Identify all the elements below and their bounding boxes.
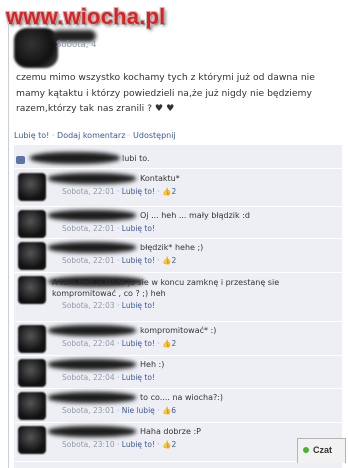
likes-text: lubi to. bbox=[122, 154, 150, 163]
commenter-avatar[interactable] bbox=[18, 276, 46, 304]
thumbs-up-icon: 👍 bbox=[161, 406, 172, 415]
thumbs-up-icon bbox=[16, 156, 25, 164]
comment-text: Oj ... heh ... mały błądzik :d bbox=[140, 211, 250, 220]
comment-time: Sobota, 22:01 bbox=[62, 224, 115, 233]
post-actions: Lubię to! · Dodaj komentarz · Udostępnij bbox=[14, 131, 176, 140]
likes-row: lubi to. bbox=[14, 148, 342, 169]
commenter-avatar[interactable] bbox=[18, 359, 46, 387]
online-dot-icon bbox=[303, 447, 309, 453]
comment-text: Haha dobrze :P bbox=[140, 427, 201, 436]
comment-meta: Sobota, 22:04 · Lubię to! · 👍2 bbox=[62, 339, 177, 348]
comment-time: Sobota, 22:03 bbox=[62, 301, 115, 310]
comment-link[interactable]: Dodaj komentarz bbox=[57, 131, 125, 140]
commenter-name-redacted bbox=[48, 242, 136, 253]
comment-text: A tam heh :) Moze ja sie w koncu zamknę … bbox=[52, 278, 280, 298]
comment-meta: Sobota, 22:01 · Lubię to! bbox=[62, 224, 155, 233]
share-link[interactable]: Udostępnij bbox=[133, 131, 176, 140]
comment-time: Sobota, 22:01 bbox=[62, 256, 115, 265]
comment-meta: Sobota, 22:04 · Lubię to! bbox=[62, 373, 155, 382]
comment-item: Heh :) Sobota, 22:04 · Lubię to! bbox=[14, 356, 342, 389]
comment-item: to co.... na wiocha?:) Sobota, 23:01 · Ni… bbox=[14, 389, 342, 423]
comment-item: Kontaktu* Sobota, 22:01 · Lubię to! · 👍2 bbox=[14, 170, 342, 207]
comment-like-link[interactable]: Lubię to! bbox=[122, 224, 155, 233]
comment-item: Oj ... heh ... mały błądzik :d Sobota, 22… bbox=[14, 207, 342, 239]
comment-like-link[interactable]: Lubię to! bbox=[122, 440, 155, 449]
like-count[interactable]: 2 bbox=[171, 256, 176, 265]
commenter-avatar[interactable] bbox=[18, 242, 46, 270]
comment-like-link[interactable]: Lubię to! bbox=[122, 339, 155, 348]
chat-button[interactable]: Czat bbox=[297, 438, 346, 463]
like-count[interactable]: 2 bbox=[171, 440, 176, 449]
comment-like-link[interactable]: Lubię to! bbox=[122, 301, 155, 310]
comment-meta: Sobota, 22:01 · Lubię to! · 👍2 bbox=[62, 187, 177, 196]
comment-time: Sobota, 22:04 bbox=[62, 339, 115, 348]
comment-time: Sobota, 22:01 bbox=[62, 187, 115, 196]
chat-label: Czat bbox=[313, 445, 333, 455]
commenter-name-redacted bbox=[48, 426, 136, 437]
comment-time: Sobota, 22:04 bbox=[62, 373, 115, 382]
comment-like-link[interactable]: Lubię to! bbox=[122, 373, 155, 382]
comment-item: Haha dobrze :P Sobota, 23:10 · Lubię to! … bbox=[14, 423, 342, 462]
commenter-avatar[interactable] bbox=[18, 325, 46, 353]
comment-meta: Sobota, 23:01 · Nie lubię · 👍6 bbox=[62, 406, 177, 415]
comment-meta: Sobota, 22:01 · Lubię to! · 👍2 bbox=[62, 256, 177, 265]
comment-text: Heh :) bbox=[140, 360, 165, 369]
comment-text: to co.... na wiocha?:) bbox=[140, 393, 224, 402]
commenter-avatar[interactable] bbox=[18, 392, 46, 420]
comment-meta: Sobota, 23:10 · Lubię to! · 👍2 bbox=[62, 440, 177, 449]
like-count[interactable]: 2 bbox=[171, 339, 176, 348]
comment-time: Sobota, 23:01 bbox=[62, 406, 115, 415]
likers-redacted bbox=[30, 152, 120, 164]
commenter-avatar[interactable] bbox=[18, 426, 46, 454]
commenter-avatar[interactable] bbox=[18, 173, 46, 201]
commenter-avatar[interactable] bbox=[18, 210, 46, 238]
like-link[interactable]: Lubię to! bbox=[14, 131, 49, 140]
comment-item: A tam heh :) Moze ja sie w koncu zamknę … bbox=[14, 273, 342, 322]
comment-time: Sobota, 23:10 bbox=[62, 440, 115, 449]
post-text: czemu mimo wszystko kochamy tych z który… bbox=[16, 72, 315, 114]
comment-meta: Sobota, 22:03 · Lubię to! bbox=[62, 301, 155, 310]
commenter-name-redacted bbox=[48, 210, 136, 221]
commenter-name-redacted bbox=[48, 325, 136, 336]
comment-item: kompromitować* :) Sobota, 22:04 · Lubię t… bbox=[14, 322, 342, 356]
comment-like-link[interactable]: Lubię to! bbox=[122, 256, 155, 265]
comment-text: Kontaktu* bbox=[140, 174, 180, 183]
comment-like-link[interactable]: Lubię to! bbox=[122, 187, 155, 196]
like-count[interactable]: 6 bbox=[171, 406, 176, 415]
commenter-name-redacted bbox=[48, 359, 136, 370]
commenter-name-redacted bbox=[48, 173, 136, 184]
comment-item: błędzik* hehe ;) Sobota, 22:01 · Lubię to… bbox=[14, 239, 342, 273]
comment-like-link[interactable]: Nie lubię bbox=[122, 406, 155, 415]
comment-text: kompromitować* :) bbox=[140, 326, 217, 335]
like-count[interactable]: 2 bbox=[171, 187, 176, 196]
post-meta: Sobota, 4 bbox=[56, 40, 97, 50]
commenter-name-redacted bbox=[48, 392, 136, 403]
comment-text: błędzik* hehe ;) bbox=[140, 243, 204, 252]
